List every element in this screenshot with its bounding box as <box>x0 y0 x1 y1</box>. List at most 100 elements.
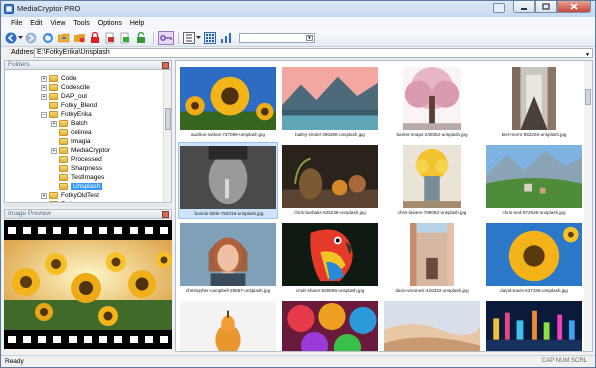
thumbnail-item[interactable]: biel-morro-852293-unsplash.jpg <box>484 64 584 141</box>
thumbnail-item[interactable]: audrius-sutkus-737089-unsplash.jpg <box>178 64 278 141</box>
thumbnail-image[interactable] <box>486 301 582 352</box>
menu-options[interactable]: Options <box>98 20 122 27</box>
maximize-button[interactable] <box>535 1 557 13</box>
folders-pane-title: Folders <box>8 61 30 68</box>
folder-tree-item[interactable]: + Batch <box>51 119 88 128</box>
expand-icon[interactable]: + <box>41 192 47 199</box>
thumbnail-image[interactable] <box>410 223 454 286</box>
thumbnail-item[interactable]: david-travis-537185-unsplash.jpg <box>484 220 584 297</box>
thumbnail-image[interactable] <box>282 301 378 352</box>
thumbnail-image[interactable] <box>180 223 276 286</box>
folder-tree-item[interactable]: celinea <box>51 128 92 137</box>
view-details-icon[interactable] <box>183 32 195 44</box>
folder-tree-scrollbar[interactable] <box>163 70 171 202</box>
gallery-scrollbar[interactable] <box>584 61 592 351</box>
window-extra-icon[interactable] <box>493 3 505 13</box>
thumbnail-grid-icon[interactable] <box>204 32 216 44</box>
thumbnail-item[interactable]: christopher-campbell-28567-unsplash.jpg <box>178 220 278 297</box>
unlock-icon[interactable] <box>135 32 147 44</box>
folder-tree-item[interactable]: TestImages <box>51 173 104 182</box>
menu-file[interactable]: File <box>11 20 22 27</box>
thumbnail-image[interactable] <box>180 146 276 209</box>
thumbnail-image[interactable] <box>403 145 461 208</box>
folder-tree-item[interactable]: Processed <box>51 155 102 164</box>
folder-tree-item[interactable]: + MediaCryptor <box>51 146 110 155</box>
close-pane-icon[interactable] <box>162 211 169 218</box>
expand-icon[interactable]: + <box>41 201 47 202</box>
thumbnail-caption: cmdr-shane-626506-unsplash.jpg <box>295 288 365 293</box>
scrollbar-thumb[interactable] <box>585 89 591 105</box>
thumbnail-item[interactable]: chris-barbalis-625236-unsplash.jpg <box>280 142 380 219</box>
decrypt-file-icon[interactable] <box>119 32 131 44</box>
chevron-down-icon[interactable]: ▾ <box>306 35 313 41</box>
folder-tree-item[interactable]: + Codescite <box>41 83 90 92</box>
folder-tree-item[interactable]: + FotkyOldTest <box>41 191 99 200</box>
forward-icon[interactable] <box>25 32 37 44</box>
folder-tree-item[interactable]: Unsplash <box>51 182 103 191</box>
address-input[interactable]: E:\FotkyErika\Unsplash ▼ <box>34 48 593 58</box>
thumbnail-item[interactable]: chris-lawton-789082-unsplash.jpg <box>382 142 482 219</box>
close-pane-icon[interactable] <box>162 62 169 69</box>
thumbnail-image[interactable] <box>512 67 556 130</box>
thumbnail-image[interactable] <box>180 67 276 130</box>
close-button[interactable] <box>557 1 591 13</box>
title-bar: MediaCryptor PRO <box>1 1 595 17</box>
folder-tree-item[interactable]: + Fotkytest <box>41 200 87 202</box>
expand-icon[interactable]: + <box>41 93 47 100</box>
collapse-icon[interactable]: − <box>41 111 47 118</box>
thumbnail-item[interactable]: dario-veronesi-426322-unsplash.jpg <box>382 220 482 297</box>
filter-combobox[interactable]: ▾ <box>239 33 315 43</box>
menu-view[interactable]: View <box>50 20 65 27</box>
thumbnail-item[interactable] <box>382 298 482 352</box>
scrollbar-thumb[interactable] <box>165 108 171 130</box>
statistics-icon[interactable] <box>220 32 232 44</box>
expand-icon[interactable]: + <box>51 120 57 127</box>
thumbnail-item[interactable] <box>280 298 380 352</box>
folder-label: FotkyErika <box>61 111 92 118</box>
folder-tree-item[interactable]: Fotky_Blend <box>41 101 97 110</box>
thumbnail-image[interactable] <box>403 67 461 130</box>
key-icon[interactable] <box>158 31 174 45</box>
lock-icon[interactable] <box>89 32 101 44</box>
thumbnail-image[interactable] <box>282 223 378 286</box>
thumbnail-image[interactable] <box>384 301 480 352</box>
close-icon <box>570 3 578 10</box>
thumbnail-image[interactable] <box>282 145 378 208</box>
folder-tree-item[interactable]: + DAP_out <box>41 92 87 101</box>
view-dropdown-icon[interactable] <box>196 36 201 40</box>
thumbnail-caption: chris-ried-972646-unsplash.jpg <box>502 210 566 215</box>
thumbnail-image[interactable] <box>486 223 582 286</box>
thumbnail-item[interactable] <box>178 298 278 352</box>
thumbnail-item[interactable]: chris-ried-972646-unsplash.jpg <box>484 142 584 219</box>
expand-icon[interactable]: + <box>41 84 47 91</box>
back-dropdown-icon[interactable] <box>18 36 23 40</box>
folder-tree: + Code + Codescite + DAP_out Fotky_Blend − Fotky… <box>4 69 172 203</box>
image-preview <box>4 220 172 349</box>
menu-tools[interactable]: Tools <box>73 20 89 27</box>
refresh-icon[interactable] <box>42 32 54 44</box>
folder-icon <box>59 147 68 154</box>
pane-splitter[interactable] <box>4 204 172 207</box>
thumbnail-item[interactable]: cmdr-shane-626506-unsplash.jpg <box>280 220 380 297</box>
folder-tree-item[interactable]: + Code <box>41 74 77 83</box>
back-icon[interactable] <box>5 32 17 44</box>
encrypt-file-icon[interactable] <box>104 32 116 44</box>
menu-edit[interactable]: Edit <box>30 20 42 27</box>
folder-tree-item[interactable]: Imagia <box>51 137 91 146</box>
thumbnail-item[interactable]: bonnie-kittle-784018-unsplash.jpg <box>178 142 278 219</box>
minimize-button[interactable] <box>513 1 535 13</box>
thumbnail-image[interactable] <box>486 145 582 208</box>
folder-tree-item[interactable]: − FotkyErika <box>41 110 92 119</box>
thumbnail-item[interactable]: bailey-zindel-396398-unsplash.jpg <box>280 64 380 141</box>
thumbnail-image[interactable] <box>180 301 276 352</box>
expand-icon[interactable]: + <box>41 75 47 82</box>
folder-up-icon[interactable] <box>58 32 70 44</box>
address-dropdown-icon[interactable]: ▼ <box>585 51 590 59</box>
folder-tree-item[interactable]: Sharpness <box>51 164 102 173</box>
thumbnail-item[interactable] <box>484 298 584 352</box>
encrypt-folder-icon[interactable] <box>74 32 86 44</box>
expand-icon[interactable]: + <box>51 147 57 154</box>
thumbnail-image[interactable] <box>282 67 378 130</box>
menu-help[interactable]: Help <box>130 20 144 27</box>
thumbnail-item[interactable]: banter-snaps-249352-unsplash.jpg <box>382 64 482 141</box>
